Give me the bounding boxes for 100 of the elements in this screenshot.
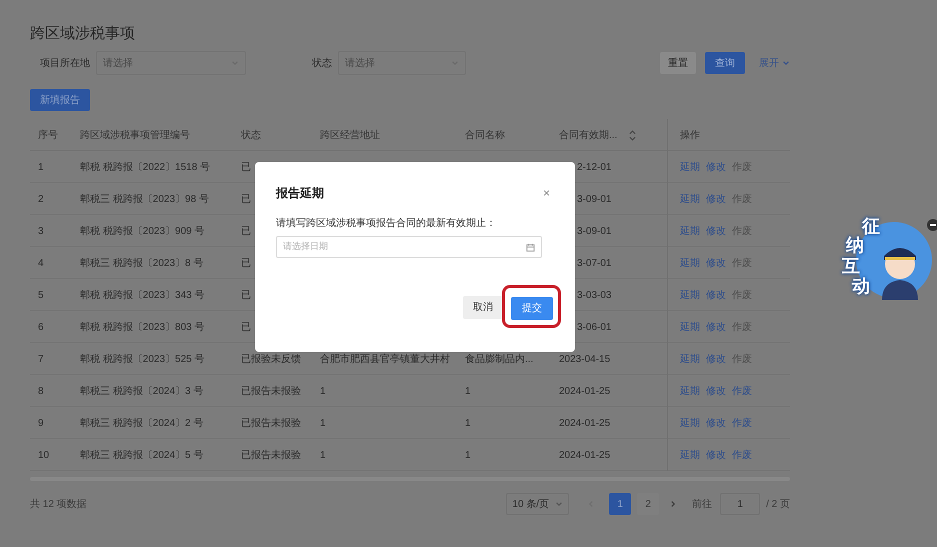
table-cell-text: 2-12-01: [577, 160, 612, 174]
table-cell-text: 已: [241, 224, 251, 238]
query-button[interactable]: 查询: [705, 52, 745, 74]
page-title: 跨区域涉税事项: [30, 24, 136, 44]
filter-label: 状态: [312, 56, 332, 70]
action-link[interactable]: 修改: [706, 256, 726, 270]
table-cell-text: 郫税三 税跨报〔2023〕98 号: [80, 192, 209, 206]
sort-icon[interactable]: [629, 130, 636, 140]
table-cell-text: 已报验未反馈: [241, 352, 301, 366]
action-link[interactable]: 延期: [680, 224, 700, 238]
cancel-button[interactable]: 取消: [463, 296, 503, 319]
chevron-down-icon: [555, 500, 564, 508]
chevron-down-icon: [782, 59, 790, 67]
expand-button[interactable]: 展开: [759, 56, 790, 70]
table-cell-text: 3-09-01: [577, 224, 612, 238]
table-cell-text: 已: [241, 288, 251, 302]
action-link[interactable]: 作废: [732, 448, 752, 462]
action-link[interactable]: 延期: [680, 192, 700, 206]
table-cell-text: 2023-04-15: [559, 352, 610, 366]
table-cell-text: 1: [320, 448, 326, 462]
table-cell-text: 1: [320, 384, 326, 398]
filter-label: 项目所在地: [40, 56, 90, 70]
total-count: 共 12 项数据: [30, 498, 87, 512]
page-size-select[interactable]: 10 条/页: [506, 493, 570, 515]
action-link[interactable]: 修改: [706, 160, 726, 174]
action-link[interactable]: 修改: [706, 192, 726, 206]
action-link[interactable]: 修改: [706, 416, 726, 430]
action-link[interactable]: 修改: [706, 320, 726, 334]
table-cell-text: 3-07-01: [577, 256, 612, 270]
minimize-icon[interactable]: [927, 219, 937, 231]
action-link[interactable]: 延期: [680, 384, 700, 398]
table-cell-text: 2024-01-25: [559, 384, 610, 398]
mascot-text: 动: [852, 276, 870, 296]
table-cell-text: 已报告未报验: [241, 416, 301, 430]
table-cell-text: 3: [38, 224, 44, 238]
action-link[interactable]: 延期: [680, 320, 700, 334]
table-cell-text: 已: [241, 256, 251, 270]
submit-button[interactable]: 提交: [511, 297, 553, 320]
column-header: 合同名称: [465, 128, 505, 142]
dialog-title: 报告延期: [276, 185, 324, 202]
table-cell-text: 1: [38, 160, 44, 174]
column-header: 跨区经营地址: [320, 128, 380, 142]
mascot-text: 征: [862, 216, 880, 236]
table-cell-text: 郫税三 税跨报〔2024〕5 号: [80, 448, 204, 462]
table-cell-text: 1: [465, 384, 471, 398]
close-button[interactable]: ×: [542, 184, 550, 202]
action-link[interactable]: 延期: [680, 352, 700, 366]
page-number-field[interactable]: 1: [720, 493, 760, 515]
action-link[interactable]: 修改: [706, 448, 726, 462]
table-cell-text: 郫税三 税跨报〔2024〕3 号: [80, 384, 204, 398]
table-cell-text: 郫税三 税跨报〔2023〕8 号: [80, 256, 204, 270]
dialog-prompt: 请填写跨区域涉税事项报告合同的最新有效期止：: [276, 216, 497, 231]
action-link[interactable]: 修改: [706, 224, 726, 238]
table-cell-text: 2024-01-25: [559, 416, 610, 430]
column-header: 合同有效期...: [559, 128, 618, 142]
table-cell-text: 1: [320, 416, 326, 430]
table-cell-text: 10: [38, 448, 50, 462]
table-cell-text: 郫税三 税跨报〔2024〕2 号: [80, 416, 204, 430]
table-cell-text: 5: [38, 288, 44, 302]
table-cell-text: 3-06-01: [577, 320, 612, 334]
action-link[interactable]: 延期: [680, 448, 700, 462]
column-header: 操作: [680, 128, 700, 142]
table-cell-text: 已: [241, 160, 251, 174]
column-header: 跨区域涉税事项管理编号: [80, 128, 190, 142]
table-cell-text: 1: [465, 416, 471, 430]
table-cell-text: 食品膨制品内...: [465, 352, 534, 366]
column-header: 序号: [38, 128, 58, 142]
table-cell-text: 6: [38, 320, 44, 334]
table-cell-text: 2: [38, 192, 44, 206]
table-cell-text: 郫税 税跨报〔2023〕525 号: [80, 352, 204, 366]
table-cell-text: 郫税 税跨报〔2023〕803 号: [80, 320, 204, 334]
table-cell-text: 已报告未报验: [241, 448, 301, 462]
table-cell-text: 郫税 税跨报〔2022〕1518 号: [80, 160, 210, 174]
action-link[interactable]: 延期: [680, 288, 700, 302]
date-field[interactable]: 请选择日期: [276, 236, 542, 258]
table-cell-text: 郫税 税跨报〔2023〕343 号: [80, 288, 204, 302]
action-link[interactable]: 作废: [732, 384, 752, 398]
action-link[interactable]: 修改: [706, 352, 726, 366]
action-link[interactable]: 延期: [680, 416, 700, 430]
table-cell-text: 郫税 税跨报〔2023〕909 号: [80, 224, 204, 238]
table-cell-text: 合肥市肥西县官亭镇董大井村: [320, 352, 450, 366]
action-link[interactable]: 修改: [706, 384, 726, 398]
page-button[interactable]: 1: [609, 493, 632, 515]
action-link[interactable]: 延期: [680, 256, 700, 270]
action-link[interactable]: 修改: [706, 288, 726, 302]
table-cell-text: 已: [241, 192, 251, 206]
action-link[interactable]: 作废: [732, 416, 752, 430]
table-cell-text: 3-09-01: [577, 192, 612, 206]
table-cell-text: 4: [38, 256, 44, 270]
table-cell-text: 7: [38, 352, 44, 366]
column-header: 状态: [241, 128, 261, 142]
reset-button[interactable]: 重置: [660, 52, 696, 74]
table-cell-text: 3-03-03: [577, 288, 612, 302]
table-cell-text: 已报告未报验: [241, 384, 301, 398]
new-report-button[interactable]: 新填报告: [30, 89, 90, 111]
table-cell-text: 2024-01-25: [559, 448, 610, 462]
action-link[interactable]: 延期: [680, 160, 700, 174]
table-cell-text: 8: [38, 384, 44, 398]
table-cell-text: 已: [241, 320, 251, 334]
next-page-icon[interactable]: [669, 500, 678, 508]
